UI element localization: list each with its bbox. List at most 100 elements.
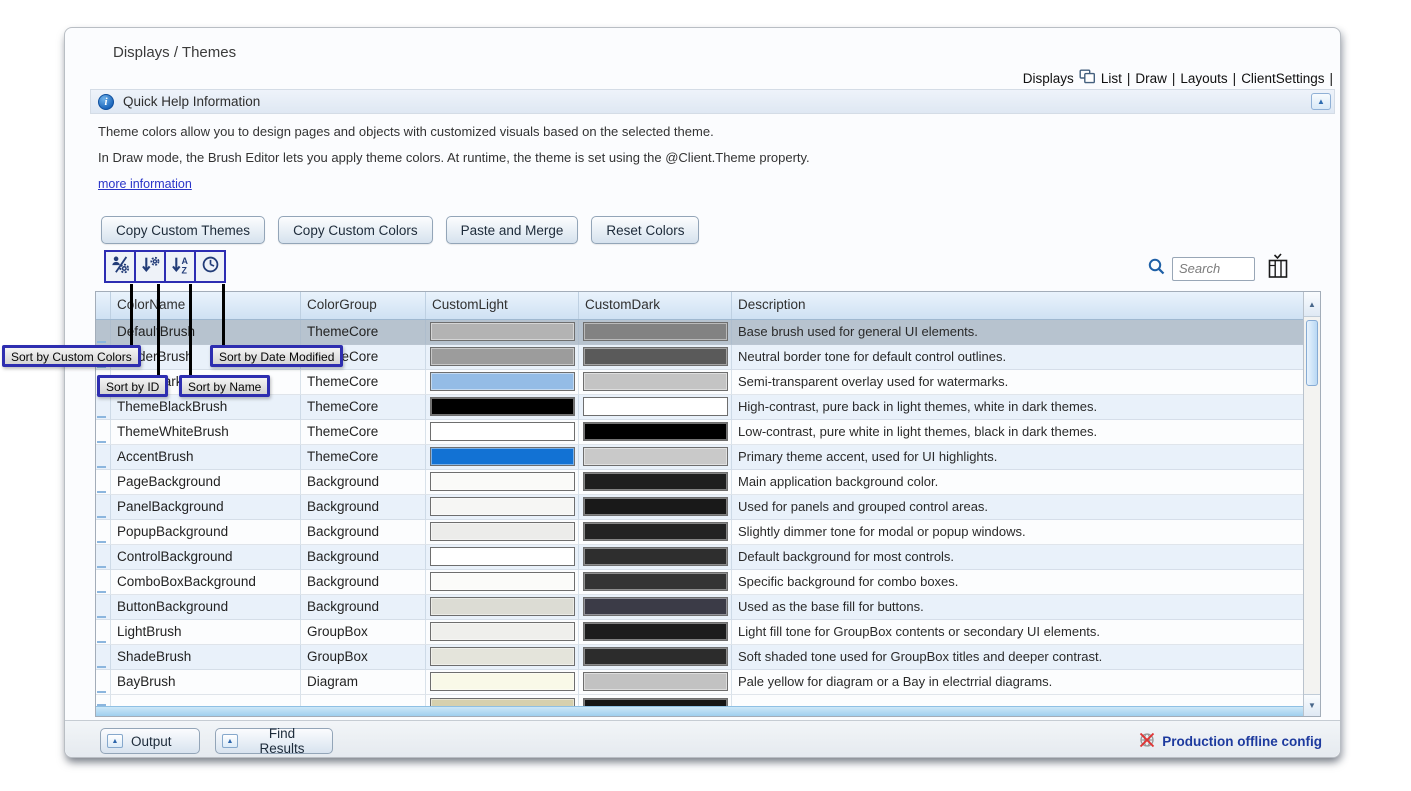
copy-custom-themes-button[interactable]: Copy Custom Themes [101, 216, 265, 244]
column-header-description[interactable]: Description [732, 292, 1305, 319]
customlight-cell-swatch[interactable] [430, 422, 575, 441]
table-row-AccentBrush[interactable]: AccentBrushThemeCorePrimary theme accent… [96, 445, 1305, 470]
customdark-cell-swatch[interactable] [583, 647, 728, 666]
table-row-PageBackground[interactable]: PageBackgroundBackgroundMain application… [96, 470, 1305, 495]
customdark-cell-swatch[interactable] [583, 472, 728, 491]
more-information-link[interactable]: more information [98, 177, 192, 191]
callout-line-name [189, 284, 192, 376]
sort-by-name-button[interactable]: A Z [164, 250, 196, 283]
nav-separator: | [1127, 71, 1131, 86]
colorname-cell: ButtonBackground [111, 595, 301, 620]
scroll-up-button[interactable]: ▲ [1304, 292, 1320, 317]
description-cell: Neutral border tone for default control … [732, 345, 1305, 370]
customlight-cell [426, 570, 579, 595]
customdark-cell-swatch[interactable] [583, 672, 728, 691]
column-header-colorname[interactable]: ColorName [111, 292, 301, 319]
colorname-cell: ThemeBlackBrush [111, 395, 301, 420]
reset-colors-button[interactable]: Reset Colors [591, 216, 699, 244]
customlight-cell-swatch[interactable] [430, 522, 575, 541]
quick-help-collapse-button[interactable]: ▲ [1311, 93, 1331, 110]
table-row-ShadeBrush[interactable]: ShadeBrushGroupBoxSoft shaded tone used … [96, 645, 1305, 670]
nav-link-layouts[interactable]: Layouts [1180, 71, 1227, 86]
table-row-PopupBackground[interactable]: PopupBackgroundBackgroundSlightly dimmer… [96, 520, 1305, 545]
column-chooser-icon[interactable] [1266, 253, 1290, 284]
colorgroup-cell: Background [301, 545, 426, 570]
customlight-cell-swatch[interactable] [430, 647, 575, 666]
customdark-cell-swatch[interactable] [583, 347, 728, 366]
customlight-cell-swatch[interactable] [430, 572, 575, 591]
colorgroup-cell: ThemeCore [301, 420, 426, 445]
customlight-cell [426, 595, 579, 620]
column-header-colorgroup[interactable]: ColorGroup [301, 292, 426, 319]
customlight-cell-swatch[interactable] [430, 372, 575, 391]
sort-by-custom-colors-button[interactable] [104, 250, 136, 283]
row-gutter [96, 470, 111, 495]
callout-line-date-modified [222, 284, 225, 346]
colorgroup-cell: Diagram [301, 670, 426, 695]
customdark-cell-swatch[interactable] [583, 372, 728, 391]
table-row-PanelBackground[interactable]: PanelBackgroundBackgroundUsed for panels… [96, 495, 1305, 520]
table-row-ThemeBlackBrush[interactable]: ThemeBlackBrushThemeCoreHigh-contrast, p… [96, 395, 1305, 420]
vertical-scrollbar-thumb[interactable] [1306, 320, 1318, 386]
table-row-LightBrush[interactable]: LightBrushGroupBox Light fill tone for Gr… [96, 620, 1305, 645]
paste-and-merge-button[interactable]: Paste and Merge [446, 216, 579, 244]
customlight-cell-swatch[interactable] [430, 322, 575, 341]
customdark-cell-swatch[interactable] [583, 497, 728, 516]
action-buttons: Copy Custom Themes Copy Custom Colors Pa… [101, 216, 699, 244]
table-row-ButtonBackground[interactable]: ButtonBackgroundBackgroundUsed as the ba… [96, 595, 1305, 620]
customdark-cell-swatch[interactable] [583, 397, 728, 416]
nav-link-list[interactable]: List [1101, 71, 1122, 86]
table-row-DefaultBrush[interactable]: DefaultBrushThemeCoreBase brush used for… [96, 320, 1305, 345]
customdark-cell-swatch[interactable] [583, 597, 728, 616]
column-header-customdark[interactable]: CustomDark [579, 292, 732, 319]
customlight-cell-swatch[interactable] [430, 547, 575, 566]
customlight-cell-swatch[interactable] [430, 597, 575, 616]
search-input[interactable] [1172, 257, 1255, 281]
table-row-ControlBackground[interactable]: ControlBackgroundBackgroundDefault backg… [96, 545, 1305, 570]
sort-by-date-modified-button[interactable] [194, 250, 226, 283]
output-panel-button[interactable]: ▲ Output [100, 728, 200, 754]
row-gutter [96, 645, 111, 670]
quick-help-line-1: Theme colors allow you to design pages a… [98, 124, 714, 139]
column-header-customlight[interactable]: CustomLight [426, 292, 579, 319]
vertical-scrollbar[interactable]: ▲ ▼ [1303, 292, 1320, 716]
callout-sort-by-date-modified: Sort by Date Modified [210, 345, 343, 367]
horizontal-scrollbar[interactable] [96, 706, 1303, 716]
table-row-ComboBoxBackground[interactable]: ComboBoxBackgroundBackgroundSpecific bac… [96, 570, 1305, 595]
nav-separator: | [1172, 71, 1176, 86]
table-row-WatermarkBrush[interactable]: WatermarkBrushThemeCoreSemi-transparent … [96, 370, 1305, 395]
description-cell: Light fill tone for GroupBox contents or… [732, 620, 1305, 645]
customlight-cell-swatch[interactable] [430, 622, 575, 641]
customlight-cell-swatch[interactable] [430, 447, 575, 466]
row-gutter [96, 420, 111, 445]
customdark-cell-swatch[interactable] [583, 422, 728, 441]
customlight-cell-swatch[interactable] [430, 397, 575, 416]
customdark-cell-swatch[interactable] [583, 447, 728, 466]
nav-displays-label: Displays [1023, 71, 1074, 86]
nav-link-clientsettings[interactable]: ClientSettings [1241, 71, 1324, 86]
table-row-BayBrush[interactable]: BayBrushDiagramPale yellow for diagram o… [96, 670, 1305, 695]
nav-separator: | [1329, 71, 1333, 86]
customdark-cell-swatch[interactable] [583, 322, 728, 341]
row-gutter [96, 545, 111, 570]
description-cell: Used as the base fill for buttons. [732, 595, 1305, 620]
customlight-cell-swatch[interactable] [430, 497, 575, 516]
table-row-ThemeWhiteBrush[interactable]: ThemeWhiteBrushThemeCoreLow-contrast, pu… [96, 420, 1305, 445]
customdark-cell-swatch[interactable] [583, 622, 728, 641]
customdark-cell-swatch[interactable] [583, 522, 728, 541]
callout-line-id [157, 284, 160, 376]
description-cell: Pale yellow for diagram or a Bay in elec… [732, 670, 1305, 695]
colorgroup-cell: GroupBox [301, 620, 426, 645]
customlight-cell-swatch[interactable] [430, 472, 575, 491]
customdark-cell-swatch[interactable] [583, 547, 728, 566]
nav-link-draw[interactable]: Draw [1135, 71, 1167, 86]
customlight-cell-swatch[interactable] [430, 672, 575, 691]
find-results-panel-button[interactable]: ▲ Find Results [215, 728, 333, 754]
colorname-cell: LightBrush [111, 620, 301, 645]
scroll-down-button[interactable]: ▼ [1304, 694, 1320, 716]
table-body: DefaultBrushThemeCoreBase brush used for… [96, 320, 1320, 708]
sort-by-id-button[interactable] [134, 250, 166, 283]
customdark-cell-swatch[interactable] [583, 572, 728, 591]
copy-custom-colors-button[interactable]: Copy Custom Colors [278, 216, 433, 244]
customlight-cell-swatch[interactable] [430, 347, 575, 366]
